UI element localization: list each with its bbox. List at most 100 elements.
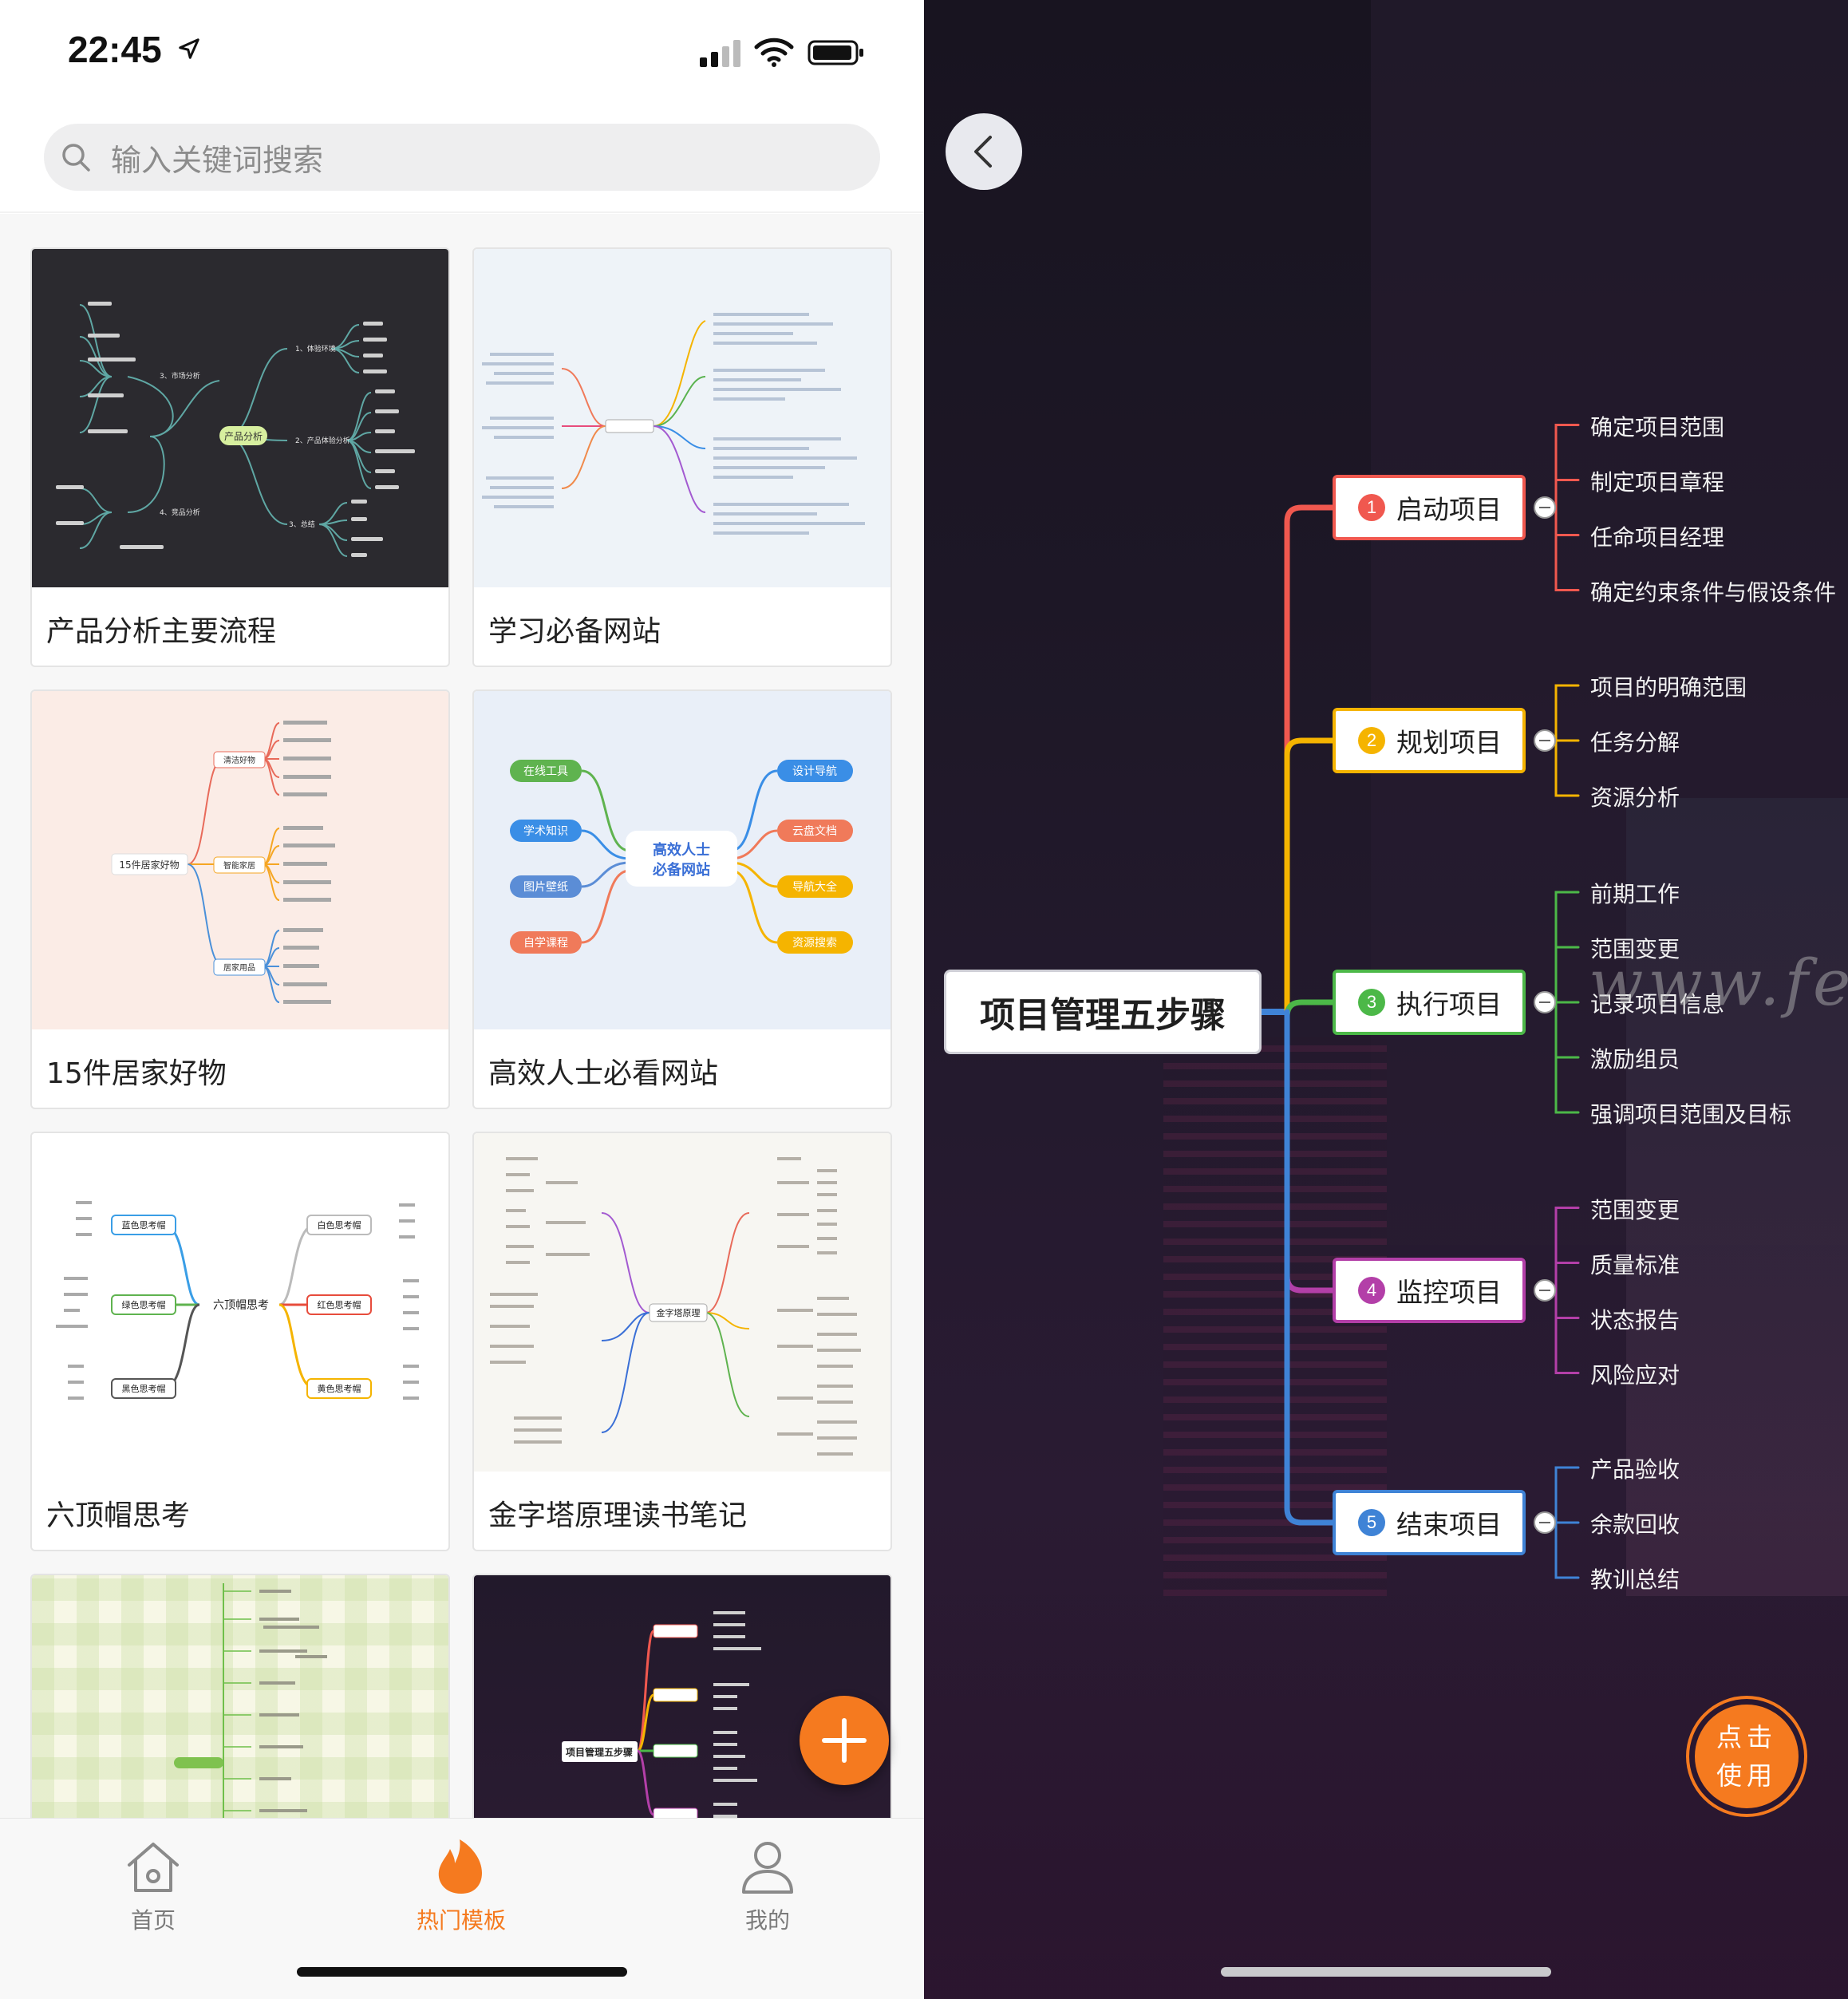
tab-label: 首页 [130,1907,176,1934]
use-template-button[interactable]: 点击 使用 [1686,1696,1807,1817]
mindmap-branch-node[interactable]: 2 规划项目 [1333,708,1526,773]
mindmap-leaf-node[interactable]: 资源分析 [1590,780,1680,812]
template-title: 六顶帽思考 [46,1499,191,1532]
mindmap-connector [1284,737,1336,1015]
template-card[interactable]: 学习必备网站 [472,247,892,667]
mindmap-connector [1554,1207,1566,1374]
collapse-toggle[interactable] [1534,496,1556,519]
mindmap-leaf-node[interactable]: 余款回收 [1590,1507,1680,1539]
template-thumbnail: 六顶帽思考 蓝色思考帽 绿色思考帽 黑色思考帽 白色思考帽 红色思考帽 黄色思考… [32,1133,448,1472]
wifi-icon [754,38,794,67]
tab-hot-templates[interactable]: 热门模板 [381,1835,541,1935]
search-icon [62,144,90,172]
branch-number-badge: 1 [1358,494,1385,521]
cellular-signal-icon [700,40,740,67]
template-card[interactable]: 15件居家好物 清洁好物 智能家居 居家用品 15件居家好物 [30,689,450,1109]
thumb-branch-label: 图片壁纸 [523,881,568,894]
branch-number-badge: 4 [1358,1277,1385,1304]
thumb-center-label: 15件居家好物 [119,859,179,871]
template-title: 高效人士必看网站 [488,1057,719,1090]
thumb-center-label: 项目管理五步骤 [566,1746,633,1758]
search-input[interactable]: 输入关键词搜索 [44,124,880,191]
mindmap-branch-node[interactable]: 4 监控项目 [1333,1258,1526,1323]
branch-label: 结束项目 [1396,1509,1502,1540]
branch-label: 监控项目 [1396,1277,1502,1308]
thumb-branch-label: 红色思考帽 [318,1299,361,1310]
mindmap-branch-node[interactable]: 1 启动项目 [1333,475,1526,540]
mindmap-leaf-node[interactable]: 任务分解 [1590,725,1680,757]
use-button-line1: 点击 [1716,1722,1777,1752]
mindmap-connector [1284,1009,1336,1294]
template-thumbnail: 金字塔原理 [474,1133,890,1472]
branch-label: 启动项目 [1396,494,1502,525]
thumb-branch-label: 黑色思考帽 [122,1383,166,1394]
thumb-center-label: 产品分析 [224,431,263,442]
mindmap-leaf-node[interactable]: 制定项目章程 [1590,465,1724,497]
status-bar: 22:45 [0,0,924,104]
template-title: 金字塔原理读书笔记 [488,1499,748,1532]
tab-label: 我的 [744,1907,790,1934]
mindmap-connector [1284,504,1336,1015]
mindmap-connector [1284,1009,1336,1526]
search-placeholder: 输入关键词搜索 [111,142,324,178]
mindmap-root-node[interactable]: 项目管理五步骤 [944,970,1262,1054]
branch-number-badge: 5 [1358,1509,1385,1536]
mindmap-leaf-node[interactable]: 任命项目经理 [1590,520,1724,552]
mindmap-leaf-node[interactable]: 项目的明确范围 [1590,670,1747,702]
location-arrow-icon [179,38,199,59]
collapse-toggle[interactable] [1534,991,1556,1013]
svg-text:4、竞品分析: 4、竞品分析 [160,508,200,517]
template-card[interactable]: 产品分析 1、体验环境 2、产品体验分析 3、总结 3、市场分析 4、竞品分析 产品分… [30,247,450,667]
branch-label: 执行项目 [1396,989,1502,1020]
svg-text:1、体验环境: 1、体验环境 [295,344,336,354]
mindmap-leaf-node[interactable]: 确定约束条件与假设条件 [1590,575,1836,607]
collapse-toggle[interactable] [1534,1511,1556,1534]
mindmap-leaf-node[interactable]: 质量标准 [1590,1248,1680,1280]
status-time: 22:45 [68,29,162,70]
mindmap-leaf-node[interactable]: 产品验收 [1590,1452,1680,1484]
thumb-center-label: 金字塔原理 [657,1307,701,1318]
thumb-branch-label: 在线工具 [523,765,568,778]
template-card[interactable]: 高效人士 必备网站 在线工具 学术知识 图片壁纸 自学课程 设计导航 云盘文档 … [472,689,892,1109]
mindmap-leaf-node[interactable]: 前期工作 [1590,877,1680,909]
use-button-line2: 使用 [1716,1760,1777,1791]
thumb-branch-label: 居家用品 [223,962,255,973]
tab-profile[interactable]: 我的 [688,1835,847,1935]
tab-label: 热门模板 [416,1907,506,1934]
home-indicator [297,1967,627,1977]
branch-number-badge: 3 [1358,989,1385,1016]
mindmap-leaf-node[interactable]: 状态报告 [1590,1303,1680,1335]
template-card[interactable]: 六顶帽思考 蓝色思考帽 绿色思考帽 黑色思考帽 白色思考帽 红色思考帽 黄色思考… [30,1132,450,1551]
collapse-toggle[interactable] [1534,729,1556,752]
mindmap-leaf-node[interactable]: 风险应对 [1590,1358,1680,1390]
branch-label: 规划项目 [1396,727,1502,758]
thumb-branch-label: 蓝色思考帽 [122,1219,166,1231]
svg-text:2、产品体验分析: 2、产品体验分析 [295,436,350,445]
add-template-button[interactable] [800,1696,889,1785]
flame-icon [438,1839,482,1894]
mindmap-leaf-node[interactable]: 教训总结 [1590,1562,1680,1594]
template-title: 15件居家好物 [46,1057,227,1090]
thumb-branch-label: 白色思考帽 [318,1219,361,1231]
watermark: www.fenonla.cn [1589,946,1848,1020]
thumb-center-label: 必备网站 [652,861,710,879]
mindmap-branch-node[interactable]: 3 执行项目 [1333,970,1526,1035]
collapse-toggle[interactable] [1534,1279,1556,1302]
mindmap-leaf-node[interactable]: 强调项目范围及目标 [1590,1097,1791,1129]
thumb-branch-label: 黄色思考帽 [318,1383,361,1394]
thumb-branch-label: 智能家居 [223,860,255,871]
svg-text:3、市场分析: 3、市场分析 [160,371,200,381]
mindmap-leaf-node[interactable]: 确定项目范围 [1590,410,1724,442]
home-icon [128,1843,179,1892]
mindmap-connector [1554,424,1566,591]
mindmap-leaf-node[interactable]: 激励组员 [1590,1042,1680,1074]
battery-icon [808,40,863,65]
template-detail-screen: 项目管理五步骤 1 启动项目 确定项目范围 制定项目章程 任命项目经理确定约束条件与假设… [924,0,1848,1999]
home-indicator [1221,1967,1551,1977]
mindmap-connector [1284,999,1336,1017]
tab-home[interactable]: 首页 [73,1835,233,1935]
mindmap-branch-node[interactable]: 5 结束项目 [1333,1490,1526,1555]
mindmap-leaf-node[interactable]: 范围变更 [1590,1193,1680,1225]
template-card[interactable]: 金字塔原理 金字塔原理读书笔记 [472,1132,892,1551]
header-divider [0,211,924,213]
